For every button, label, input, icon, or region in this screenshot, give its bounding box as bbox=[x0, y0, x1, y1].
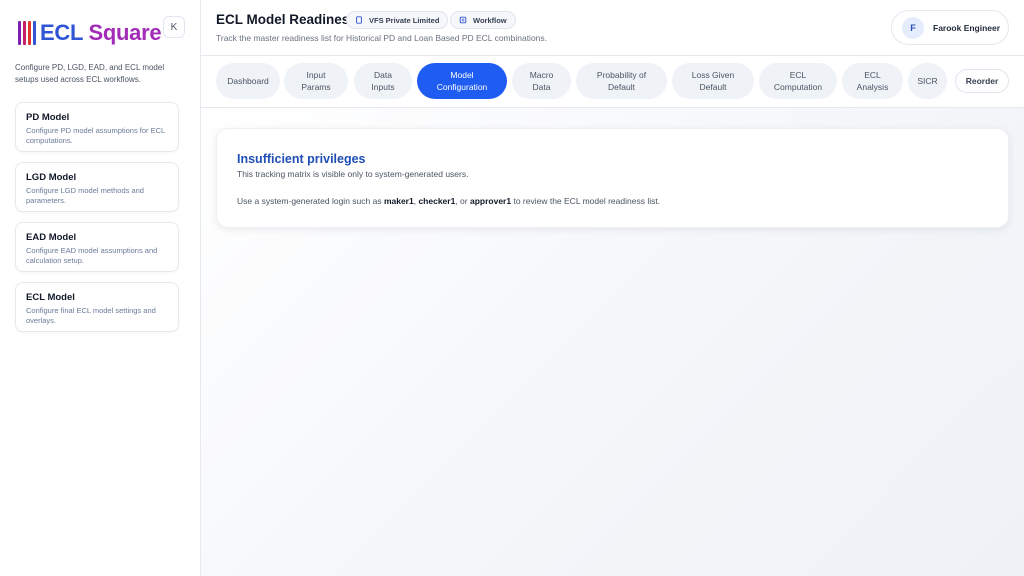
insufficient-privileges-card: Insufficient privileges This tracking ma… bbox=[216, 128, 1009, 228]
avatar: F bbox=[902, 16, 924, 39]
ecl-model-card[interactable]: ECL Model Configure final ECL model sett… bbox=[15, 282, 179, 332]
tab-sicr[interactable]: SICR bbox=[908, 63, 947, 99]
tab-model-configuration[interactable]: Model Configuration bbox=[417, 63, 507, 99]
tab-loss-given-default[interactable]: Loss Given Default bbox=[672, 63, 754, 99]
sidebar: ECL Square K Configure PD, LGD, EAD, and… bbox=[0, 0, 201, 576]
user-name: Farook Engineer bbox=[933, 22, 1001, 33]
notice-instructions: Use a system-generated login such as mak… bbox=[237, 196, 661, 206]
tab-input-params[interactable]: Input Params bbox=[284, 63, 348, 99]
workflow-label: Workflow bbox=[473, 15, 507, 25]
card-title: PD Model bbox=[26, 112, 70, 123]
tab-dashboard[interactable]: Dashboard bbox=[216, 63, 280, 99]
brand-name: ECL Square bbox=[40, 20, 162, 45]
tab-data-inputs[interactable]: Data Inputs bbox=[354, 63, 412, 99]
organization-chip[interactable]: VFS Private Limited bbox=[346, 11, 449, 29]
sidebar-description: Configure PD, LGD, EAD, and ECL model se… bbox=[15, 63, 165, 84]
page-title: ECL Model Readiness bbox=[216, 12, 357, 27]
login-approver1: approver1 bbox=[469, 196, 512, 206]
card-description: Configure LGD model methods and paramete… bbox=[26, 186, 144, 205]
workflow-chip[interactable]: Workflow bbox=[450, 11, 516, 29]
card-description: Configure PD model assumptions for ECL c… bbox=[26, 126, 165, 145]
login-checker1: checker1 bbox=[418, 196, 456, 206]
pd-model-card[interactable]: PD Model Configure PD model assumptions … bbox=[15, 102, 179, 152]
module-tab-bar: Dashboard Input Params Data Inputs Model… bbox=[201, 56, 1024, 108]
tab-ecl-computation[interactable]: ECL Computation bbox=[759, 63, 837, 99]
tab-probability-of-default[interactable]: Probability of Default bbox=[576, 63, 667, 99]
logo-mark-icon bbox=[18, 21, 36, 45]
lgd-model-card[interactable]: LGD Model Configure LGD model methods an… bbox=[15, 162, 179, 212]
tab-ecl-analysis[interactable]: ECL Analysis bbox=[842, 63, 903, 99]
workflow-icon bbox=[459, 16, 467, 24]
page-subtitle: Track the master readiness list for Hist… bbox=[216, 33, 548, 43]
building-icon bbox=[356, 16, 362, 24]
organization-name: VFS Private Limited bbox=[369, 15, 440, 25]
brand-logo[interactable]: ECL Square bbox=[18, 20, 162, 46]
ead-model-card[interactable]: EAD Model Configure EAD model assumption… bbox=[15, 222, 179, 272]
collapse-sidebar-button[interactable]: K bbox=[163, 16, 185, 38]
notice-message: This tracking matrix is visible only to … bbox=[237, 169, 469, 179]
main-content: Insufficient privileges This tracking ma… bbox=[201, 108, 1024, 576]
tab-macro-data[interactable]: Macro Data bbox=[512, 63, 571, 99]
login-maker1: maker1 bbox=[383, 196, 414, 206]
notice-title: Insufficient privileges bbox=[237, 152, 366, 166]
card-title: ECL Model bbox=[26, 292, 75, 303]
card-description: Configure EAD model assumptions and calc… bbox=[26, 246, 158, 265]
card-title: LGD Model bbox=[26, 172, 77, 183]
card-description: Configure final ECL model settings and o… bbox=[26, 306, 156, 325]
reorder-button[interactable]: Reorder bbox=[955, 69, 1009, 93]
card-title: EAD Model bbox=[26, 232, 77, 243]
user-menu[interactable]: F Farook Engineer bbox=[891, 10, 1009, 45]
page-header: ECL Model Readiness VFS Private Limited … bbox=[201, 0, 1024, 56]
